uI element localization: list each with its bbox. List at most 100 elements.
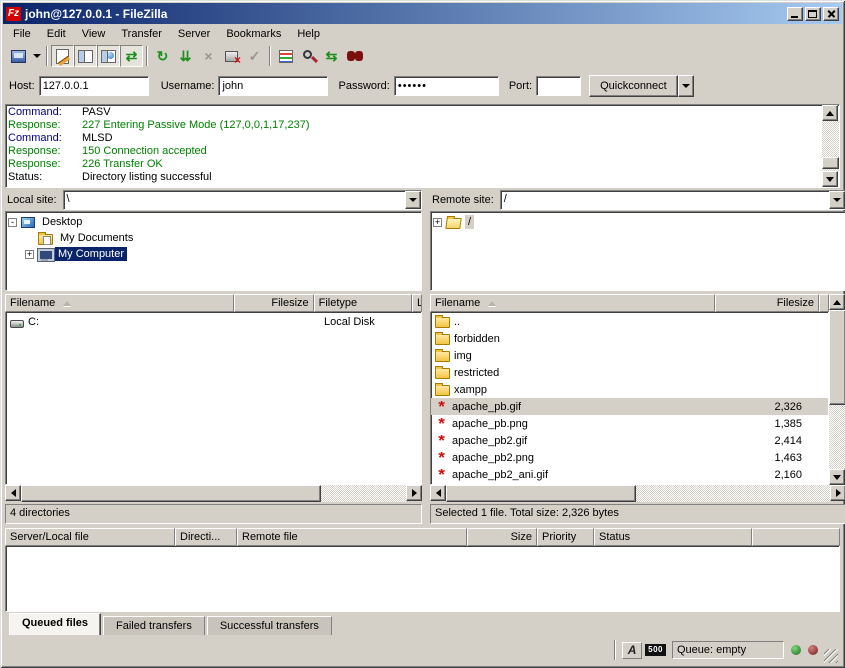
- toggle-local-tree-button[interactable]: [74, 45, 97, 67]
- local-site-combobox[interactable]: \: [63, 190, 422, 210]
- collapse-icon[interactable]: -: [8, 218, 17, 227]
- remote-vertical-scrollbar[interactable]: [829, 294, 845, 485]
- maximize-button[interactable]: [805, 7, 821, 21]
- scroll-track[interactable]: [21, 485, 406, 502]
- table-row[interactable]: *apache_pb.png1,385: [431, 415, 828, 432]
- local-horizontal-scrollbar[interactable]: [5, 485, 422, 502]
- table-row[interactable]: *apache_pb2.gif2,414: [431, 432, 828, 449]
- table-row[interactable]: *apache_pb2_ani.gif2,160: [431, 466, 828, 483]
- disconnect-icon: ×: [225, 51, 238, 62]
- scroll-track[interactable]: [446, 485, 830, 502]
- toggle-remote-tree-button[interactable]: [97, 45, 120, 67]
- scroll-thumb[interactable]: [21, 485, 321, 502]
- column-header-filename[interactable]: Filename: [430, 294, 715, 312]
- disconnect-button[interactable]: ×: [220, 45, 243, 67]
- refresh-button[interactable]: ↻: [151, 45, 174, 67]
- tree-item-my-computer[interactable]: + My Computer: [25, 246, 421, 262]
- table-row[interactable]: xampp: [431, 381, 828, 398]
- tree-item-desktop[interactable]: - Desktop: [8, 214, 421, 230]
- menu-item-server[interactable]: Server: [170, 26, 218, 42]
- tree-item-root[interactable]: + /: [433, 214, 845, 230]
- table-row[interactable]: *apache_pb2.png1,463: [431, 449, 828, 466]
- column-header-filesize[interactable]: Filesize: [234, 294, 314, 312]
- column-header-size[interactable]: Size: [467, 528, 537, 546]
- synchronized-browsing-button[interactable]: ⇆: [320, 45, 343, 67]
- site-manager-button[interactable]: [7, 45, 30, 67]
- username-input[interactable]: [218, 76, 328, 96]
- toggle-transfer-queue-button[interactable]: ⇄: [120, 45, 143, 67]
- table-row[interactable]: forbidden: [431, 330, 828, 347]
- scroll-right-button[interactable]: [830, 485, 845, 501]
- column-header-filename[interactable]: Filename: [5, 294, 234, 312]
- scroll-right-button[interactable]: [406, 485, 422, 501]
- expand-icon[interactable]: +: [25, 250, 34, 259]
- table-row-selected[interactable]: *apache_pb.gif2,326: [431, 398, 828, 415]
- transfer-type-indicator[interactable]: A: [622, 642, 642, 659]
- queue-list-body[interactable]: [5, 546, 840, 612]
- minimize-button[interactable]: [787, 7, 803, 21]
- host-input[interactable]: [39, 76, 149, 96]
- local-site-dropdown[interactable]: [405, 191, 421, 209]
- tree-item-my-documents[interactable]: My Documents: [25, 230, 421, 246]
- process-queue-button[interactable]: ⇊: [174, 45, 197, 67]
- chevron-down-icon: [33, 54, 41, 58]
- scroll-left-button[interactable]: [5, 485, 21, 501]
- table-row[interactable]: ..: [431, 313, 828, 330]
- tab-queued-files[interactable]: Queued files: [9, 613, 101, 635]
- resize-grip[interactable]: [824, 649, 838, 663]
- column-header-direction[interactable]: Directi...: [175, 528, 237, 546]
- reconnect-button[interactable]: ✓: [243, 45, 266, 67]
- folder-icon: [435, 385, 450, 396]
- column-header-last-modified[interactable]: L: [412, 294, 422, 312]
- scroll-down-button[interactable]: [829, 469, 845, 485]
- menu-item-bookmarks[interactable]: Bookmarks: [218, 26, 289, 42]
- menu-item-transfer[interactable]: Transfer: [113, 26, 170, 42]
- scroll-down-button[interactable]: [822, 171, 838, 187]
- remote-horizontal-scrollbar[interactable]: [430, 485, 845, 502]
- tab-successful-transfers[interactable]: Successful transfers: [207, 616, 332, 635]
- scroll-thumb[interactable]: [822, 157, 839, 169]
- remote-site-dropdown[interactable]: [829, 191, 845, 209]
- password-input[interactable]: [394, 76, 499, 96]
- find-files-button[interactable]: [343, 45, 366, 67]
- scroll-up-button[interactable]: [822, 105, 838, 121]
- compare-directories-button[interactable]: [297, 45, 320, 67]
- column-header-remote-file[interactable]: Remote file: [237, 528, 467, 546]
- column-header-filesize[interactable]: Filesize: [715, 294, 819, 312]
- directory-listing-filters-button[interactable]: [274, 45, 297, 67]
- remote-site-combobox[interactable]: /: [500, 190, 845, 210]
- table-row[interactable]: C: Local Disk: [6, 313, 421, 330]
- expand-icon[interactable]: +: [433, 218, 442, 227]
- speed-limits-icon[interactable]: 500: [645, 644, 666, 656]
- folder-icon: [435, 351, 450, 362]
- menu-item-edit[interactable]: Edit: [39, 26, 74, 42]
- site-manager-dropdown[interactable]: [30, 45, 43, 67]
- column-header-filetype[interactable]: Filetype: [314, 294, 412, 312]
- scroll-track[interactable]: [822, 121, 839, 171]
- scroll-track[interactable]: [829, 310, 845, 469]
- menu-item-help[interactable]: Help: [289, 26, 328, 42]
- table-row[interactable]: restricted: [431, 364, 828, 381]
- scroll-thumb[interactable]: [446, 485, 636, 502]
- column-header-server-local-file[interactable]: Server/Local file: [5, 528, 175, 546]
- cancel-operation-button[interactable]: ×: [197, 45, 220, 67]
- menu-item-view[interactable]: View: [74, 26, 114, 42]
- local-list-body: C: Local Disk: [5, 312, 422, 485]
- remote-site-label: Remote site:: [430, 194, 500, 206]
- column-header-priority[interactable]: Priority: [537, 528, 594, 546]
- column-header-status[interactable]: Status: [594, 528, 752, 546]
- port-input[interactable]: [536, 76, 581, 96]
- toggle-message-log-button[interactable]: [51, 45, 74, 67]
- close-button[interactable]: [823, 7, 839, 21]
- log-scrollbar[interactable]: [822, 105, 839, 187]
- quickconnect-button[interactable]: Quickconnect: [589, 75, 678, 97]
- table-row[interactable]: img: [431, 347, 828, 364]
- scroll-left-button[interactable]: [430, 485, 446, 501]
- scroll-up-button[interactable]: [829, 294, 845, 310]
- toolbar-separator: [269, 46, 271, 66]
- scroll-thumb[interactable]: [829, 310, 845, 405]
- pane-splitter[interactable]: [422, 189, 430, 525]
- menu-item-file[interactable]: File: [5, 26, 39, 42]
- tab-failed-transfers[interactable]: Failed transfers: [103, 616, 205, 635]
- quickconnect-dropdown[interactable]: [678, 75, 694, 97]
